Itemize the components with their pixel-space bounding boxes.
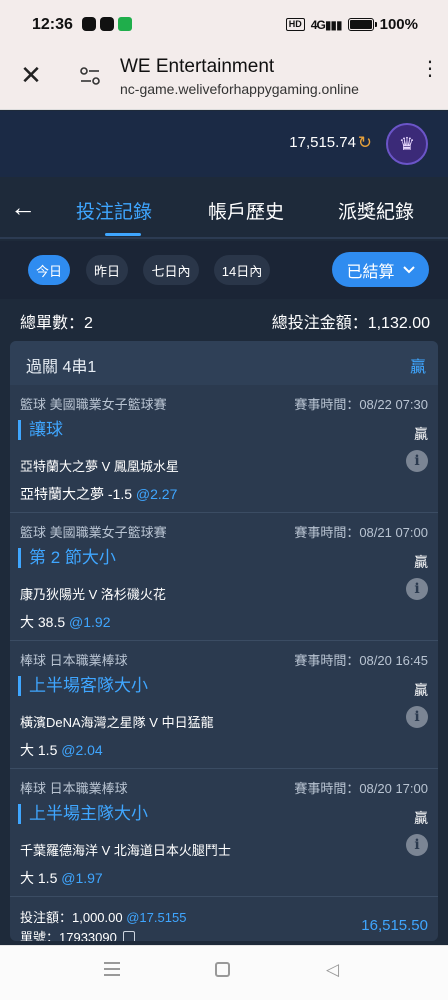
wallet-balance: 17,515.74	[289, 134, 356, 151]
copy-icon[interactable]	[122, 931, 135, 941]
ticket-result: 贏	[409, 359, 426, 376]
more-menu-icon[interactable]: ⋮	[420, 59, 440, 79]
leg-league: 籃球 美國職業女子籃球賽	[20, 525, 167, 540]
status-dropdown[interactable]: 已結算	[332, 252, 429, 287]
info-icon[interactable]: i	[406, 834, 428, 856]
site-settings-icon[interactable]	[80, 67, 100, 85]
info-icon[interactable]: i	[406, 706, 428, 728]
active-tab-indicator	[105, 233, 141, 236]
leg-match: 亞特蘭大之夢 V 鳳凰城水星	[20, 459, 179, 474]
browser-toolbar: ✕ WE Entertainment nc-game.weliveforhapp…	[0, 50, 448, 110]
recent-apps-icon[interactable]	[104, 962, 120, 976]
filter-yesterday[interactable]: 昨日	[86, 255, 128, 285]
tab-account-history[interactable]: 帳戶歷史	[208, 197, 284, 224]
bet-leg: 棒球 日本職業棒球 賽事時間：08/20 16:45 上半場客隊大小 贏 橫濱D…	[10, 641, 438, 769]
leg-result: 贏	[414, 810, 428, 826]
battery-percent: 100%	[379, 16, 418, 33]
total-stake: 總投注金額：1,132.00	[271, 315, 430, 332]
ticket-footer: 投注額：1,000.00 @17.5155 單號：17933090 16,515…	[10, 897, 438, 941]
leg-league: 棒球 日本職業棒球	[20, 653, 128, 668]
total-orders: 總單數：2	[20, 315, 93, 332]
leg-pick: 大 38.5 @1.92	[20, 614, 111, 630]
leg-market: 讓球	[18, 420, 63, 440]
app-header: 17,515.74 ↻ ♛	[0, 111, 448, 177]
leg-pick: 大 1.5 @2.04	[20, 742, 103, 758]
status-time: 12:36	[32, 16, 73, 33]
home-icon[interactable]	[215, 962, 230, 977]
bet-leg: 棒球 日本職業棒球 賽事時間：08/20 17:00 上半場主隊大小 贏 千葉羅…	[10, 769, 438, 897]
filter-bar: 今日 昨日 七日內 14日內 已結算	[0, 241, 448, 299]
browser-url[interactable]: nc-game.weliveforhappygaming.online	[120, 81, 359, 97]
leg-match: 千葉羅德海洋 V 北海道日本火腿鬥士	[20, 843, 231, 858]
stake-amount: 投注額：1,000.00 @17.5155	[20, 910, 187, 925]
leg-odds: @1.92	[69, 614, 111, 630]
leg-match: 康乃狄陽光 V 洛杉磯火花	[20, 587, 166, 602]
leg-league: 籃球 美國職業女子籃球賽	[20, 397, 167, 412]
back-arrow-icon[interactable]: ←	[10, 194, 36, 220]
back-icon[interactable]: ◁	[326, 960, 339, 980]
ticket-header: 過關 4串1 贏	[10, 341, 438, 385]
leg-pick: 大 1.5 @1.97	[20, 870, 103, 886]
leg-result: 贏	[414, 682, 428, 698]
messages-app-icon	[118, 17, 132, 31]
avatar[interactable]: ♛	[386, 123, 428, 165]
notification-icons	[82, 17, 132, 31]
system-nav-bar: ◁	[0, 945, 448, 1000]
status-dropdown-label: 已結算	[346, 263, 395, 281]
leg-match: 橫濱DeNA海灣之星隊 V 中日猛龍	[20, 715, 214, 730]
leg-result: 贏	[414, 554, 428, 570]
tab-payout-records[interactable]: 派獎紀錄	[338, 197, 414, 224]
leg-pick: 亞特蘭大之夢 -1.5 @2.27	[20, 486, 178, 502]
record-tabs: ← 投注記錄 帳戶歷史 派獎紀錄	[0, 177, 448, 239]
info-icon[interactable]: i	[406, 450, 428, 472]
refresh-icon[interactable]: ↻	[358, 133, 372, 153]
leg-time: 賽事時間：08/20 17:00	[294, 781, 428, 796]
leg-time: 賽事時間：08/22 07:30	[294, 397, 428, 412]
leg-market: 上半場客隊大小	[18, 676, 148, 696]
order-number: 單號：17933090	[20, 927, 135, 941]
tab-bet-records[interactable]: 投注記錄	[76, 197, 152, 224]
bet-ticket-card[interactable]: 過關 4串1 贏 籃球 美國職業女子籃球賽 賽事時間：08/22 07:30 讓…	[10, 341, 438, 941]
combined-odds: @17.5155	[126, 910, 187, 925]
browser-title: WE Entertainment	[120, 56, 275, 77]
info-icon[interactable]: i	[406, 578, 428, 600]
line-app-icon	[82, 17, 96, 31]
filter-today[interactable]: 今日	[28, 255, 70, 285]
leg-market: 上半場主隊大小	[18, 804, 148, 824]
summary-row: 總單數：2 總投注金額：1,132.00	[0, 300, 448, 338]
leg-league: 棒球 日本職業棒球	[20, 781, 128, 796]
leg-time: 賽事時間：08/21 07:00	[294, 525, 428, 540]
tiktok-app-icon	[100, 17, 114, 31]
status-right: HD 4G▮▮▮ 100%	[285, 16, 418, 33]
status-bar: 12:36 HD 4G▮▮▮ 100%	[0, 0, 448, 50]
signal-icon: 4G▮▮▮	[310, 17, 343, 32]
leg-odds: @2.04	[61, 742, 103, 758]
close-icon[interactable]: ✕	[18, 62, 44, 88]
bet-leg: 籃球 美國職業女子籃球賽 賽事時間：08/22 07:30 讓球 贏 亞特蘭大之…	[10, 385, 438, 513]
payout-amount: 16,515.50	[361, 917, 428, 934]
battery-icon	[347, 18, 377, 31]
leg-time: 賽事時間：08/20 16:45	[294, 653, 428, 668]
hd-icon: HD	[285, 18, 305, 31]
chevron-down-icon	[402, 265, 415, 273]
filter-fourteen-days[interactable]: 14日內	[214, 255, 270, 285]
leg-result: 贏	[414, 426, 428, 442]
leg-odds: @2.27	[135, 486, 178, 502]
leg-market: 第 2 節大小	[18, 548, 116, 568]
filter-seven-days[interactable]: 七日內	[143, 255, 199, 285]
leg-odds: @1.97	[61, 870, 103, 886]
bet-leg: 籃球 美國職業女子籃球賽 賽事時間：08/21 07:00 第 2 節大小 贏 …	[10, 513, 438, 641]
ticket-type: 過關 4串1	[26, 359, 97, 376]
